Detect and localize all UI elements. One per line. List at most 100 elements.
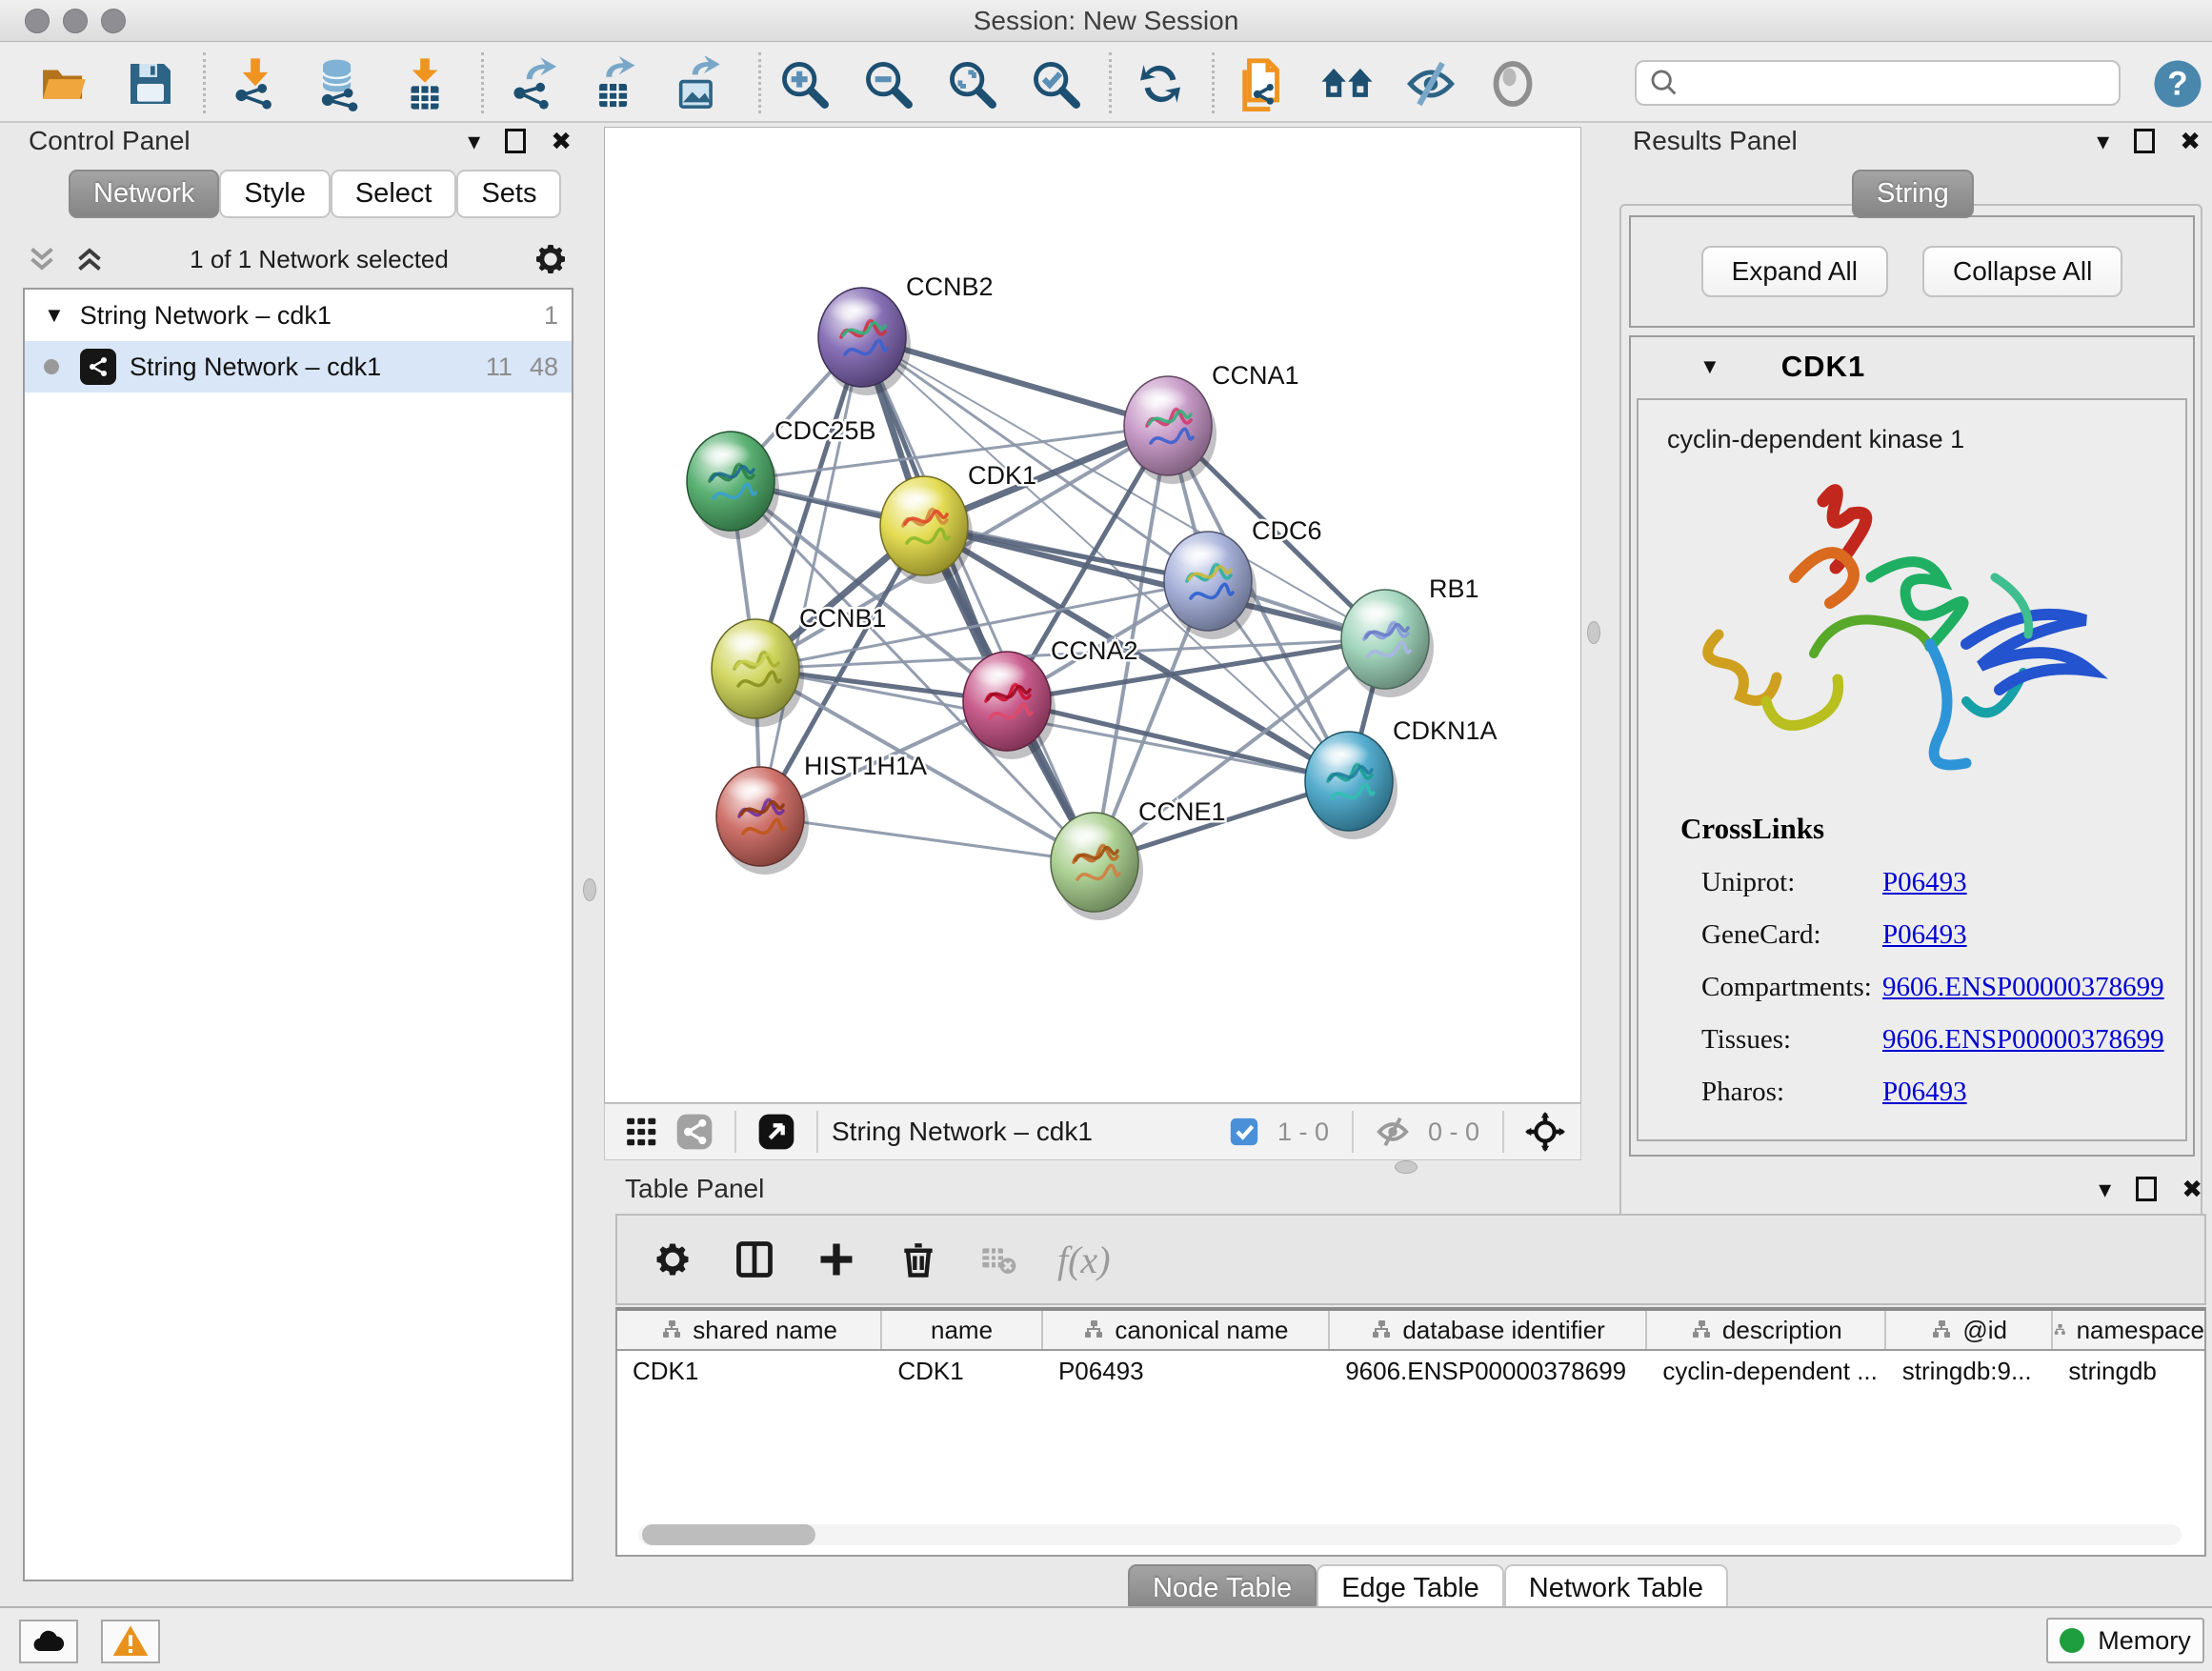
tab-sets[interactable]: Sets — [456, 170, 561, 218]
network-row-selected[interactable]: String Network – cdk1 11 48 — [25, 341, 572, 393]
network-node-CCNA2[interactable] — [963, 652, 1056, 759]
zoom-selected-button[interactable] — [1025, 54, 1086, 113]
import-network-database-button[interactable] — [309, 54, 370, 113]
search-input[interactable] — [1680, 69, 2081, 98]
network-collection-row[interactable]: ▼ String Network – cdk1 1 — [25, 290, 572, 341]
zoom-in-button[interactable] — [774, 54, 835, 113]
crosslink-link[interactable]: 9606.ENSP00000378699 — [1882, 972, 2164, 1003]
network-options-gear-icon[interactable] — [532, 240, 570, 278]
houses-icon — [1318, 56, 1376, 111]
crosslink-link[interactable]: P06493 — [1882, 867, 1967, 898]
export-image-button[interactable] — [669, 54, 730, 113]
column-header-name[interactable]: name — [882, 1311, 1043, 1349]
collection-expand-icon[interactable]: ▼ — [44, 303, 65, 328]
network-node-RB1[interactable] — [1341, 590, 1434, 697]
table-settings-gear-icon[interactable] — [652, 1238, 694, 1280]
column-header-id[interactable]: @id — [1886, 1311, 2053, 1349]
node-label-CCNA2: CCNA2 — [1051, 636, 1138, 665]
control-panel-menu-icon[interactable]: ▾ — [468, 127, 480, 156]
network-canvas[interactable]: CCNB2CCNA1CDC25BCDK1CDC6RB1CCNB1CCNA2CDK… — [604, 127, 1581, 1103]
column-header-namespace[interactable]: namespace — [2053, 1311, 2204, 1349]
open-session-button[interactable] — [34, 54, 95, 113]
tab-select[interactable]: Select — [331, 170, 457, 218]
node-label-CCNA1: CCNA1 — [1212, 361, 1299, 390]
string-import-button[interactable] — [1233, 54, 1294, 113]
results-panel-menu-icon[interactable]: ▾ — [2097, 127, 2109, 156]
show-panels-button[interactable] — [1482, 54, 1543, 113]
table-row[interactable]: CDK1 CDK1 P06493 9606.ENSP00000378699 cy… — [617, 1351, 2204, 1393]
network-node-CDC6[interactable] — [1164, 532, 1257, 639]
tab-network[interactable]: Network — [69, 170, 219, 218]
network-node-HIST1H1A[interactable] — [716, 767, 809, 875]
view-network-icon[interactable] — [675, 1113, 714, 1151]
node-table[interactable]: shared name name canonical name database… — [615, 1307, 2206, 1557]
network-node-CDK1[interactable] — [880, 476, 973, 584]
delete-table-icon[interactable] — [979, 1240, 1017, 1278]
column-header-description[interactable]: description — [1647, 1311, 1886, 1349]
crosshair-icon[interactable] — [1525, 1112, 1565, 1152]
collapse-all-icon[interactable] — [25, 242, 59, 276]
birds-eye-view-icon[interactable] — [757, 1113, 795, 1151]
crosslink-row: Uniprot: P06493 — [1701, 867, 2185, 898]
expand-all-button[interactable]: Expand All — [1701, 246, 1888, 297]
gene-expand-icon[interactable]: ▼ — [1699, 354, 1720, 379]
string-network-graph[interactable]: CCNB2CCNA1CDC25BCDK1CDC6RB1CCNB1CCNA2CDK… — [605, 128, 1580, 1101]
save-session-button[interactable] — [120, 54, 181, 113]
table-panel-menu-icon[interactable]: ▾ — [2099, 1175, 2111, 1204]
crosslink-link[interactable]: 9606.ENSP00000378699 — [1882, 1024, 2164, 1056]
network-node-CCNA1[interactable] — [1124, 376, 1217, 484]
hidden-eye-slash-icon[interactable] — [1375, 1114, 1411, 1150]
collapse-all-button[interactable]: Collapse All — [1922, 246, 2122, 297]
show-columns-icon[interactable] — [734, 1238, 775, 1280]
table-panel-float-icon[interactable] — [2136, 1177, 2157, 1201]
control-panel-float-icon[interactable] — [505, 129, 526, 153]
vertical-splitter-handle[interactable] — [1587, 621, 1600, 644]
crosslink-link[interactable]: P06493 — [1882, 1077, 1967, 1108]
horizontal-splitter-handle[interactable] — [1395, 1160, 1418, 1174]
function-builder-icon[interactable]: f(x) — [1057, 1238, 1111, 1282]
vertical-splitter-handle[interactable] — [583, 878, 596, 901]
memory-button[interactable]: Memory — [2046, 1618, 2204, 1663]
results-panel-close-icon[interactable]: ✖ — [2180, 127, 2201, 156]
column-header-shared-name[interactable]: shared name — [617, 1311, 882, 1349]
zoom-out-button[interactable] — [857, 54, 918, 113]
tab-string[interactable]: String — [1852, 170, 1974, 218]
control-panel-close-icon[interactable]: ✖ — [551, 127, 572, 156]
cloud-status-button[interactable] — [19, 1620, 78, 1663]
export-table-button[interactable] — [585, 54, 646, 113]
crosslink-link[interactable]: P06493 — [1882, 919, 1967, 951]
add-column-icon[interactable] — [815, 1238, 857, 1280]
zoom-out-icon — [860, 56, 915, 111]
column-header-database-identifier[interactable]: database identifier — [1330, 1311, 1647, 1349]
network-node-CCNB2[interactable] — [818, 288, 911, 395]
help-button[interactable]: ? — [2147, 54, 2208, 113]
network-node-CDKN1A[interactable] — [1305, 732, 1398, 839]
tab-style[interactable]: Style — [219, 170, 330, 218]
network-node-CDC25B[interactable] — [687, 432, 779, 539]
import-network-file-button[interactable] — [225, 54, 286, 113]
column-header-canonical-name[interactable]: canonical name — [1043, 1311, 1330, 1349]
selected-checkbox-icon[interactable] — [1228, 1116, 1260, 1148]
status-bar: Memory — [0, 1606, 2212, 1671]
view-grid-icon[interactable] — [624, 1114, 660, 1150]
export-network-button[interactable] — [503, 54, 564, 113]
table-panel-close-icon[interactable]: ✖ — [2182, 1175, 2202, 1204]
expand-all-icon[interactable] — [72, 242, 107, 276]
help-icon: ? — [2151, 57, 2204, 111]
import-table-file-button[interactable] — [394, 54, 455, 113]
namespace-icon — [1370, 1319, 1393, 1341]
warnings-button[interactable] — [101, 1620, 160, 1663]
scrollbar-thumb[interactable] — [642, 1524, 815, 1545]
results-panel-float-icon[interactable] — [2134, 129, 2155, 153]
network-node-CCNE1[interactable] — [1051, 813, 1143, 920]
table-horizontal-scrollbar[interactable] — [638, 1524, 2182, 1545]
first-neighbors-button[interactable] — [1130, 54, 1191, 113]
fit-content-button[interactable] — [941, 54, 1002, 113]
toolbar-separator — [758, 52, 761, 113]
toolbar-separator — [1109, 52, 1112, 113]
delete-column-icon[interactable] — [897, 1238, 939, 1280]
gene-symbol: CDK1 — [1781, 350, 1865, 384]
string-home-button[interactable] — [1317, 54, 1377, 113]
network-list: ▼ String Network – cdk1 1 String Network… — [23, 288, 573, 1581]
hide-panels-button[interactable] — [1400, 54, 1461, 113]
